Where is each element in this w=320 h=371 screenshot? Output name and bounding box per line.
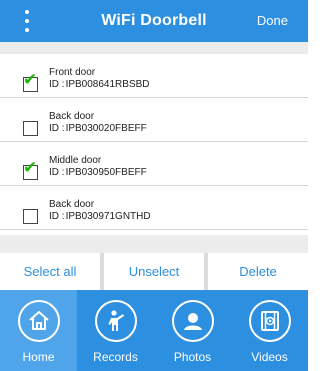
device-name: Front door	[49, 67, 96, 78]
tab-label: Records	[93, 350, 138, 364]
device-id: ID :IPB030020FBEFF	[49, 123, 147, 134]
bottom-spacer	[0, 235, 308, 253]
select-all-button[interactable]: Select all	[0, 253, 100, 290]
app-header: WiFi Doorbell Done	[0, 0, 308, 42]
top-spacer	[0, 42, 308, 54]
tab-label: Photos	[173, 350, 212, 364]
checkmark-icon: ✔	[23, 70, 38, 90]
home-icon	[17, 300, 60, 342]
device-checkbox[interactable]	[23, 209, 38, 224]
list-item[interactable]: Back door ID :IPB030971GNTHD	[0, 186, 308, 230]
device-name: Middle door	[49, 155, 102, 166]
user-photo-icon	[171, 300, 214, 342]
device-checkbox[interactable]: ✔	[23, 72, 38, 92]
bottom-tab-bar: Home Records Photos Videos	[0, 290, 308, 371]
checkmark-icon: ✔	[23, 158, 38, 178]
action-bar: Select all Unselect Delete	[0, 253, 308, 290]
device-id: ID :IPB030950FBEFF	[49, 167, 147, 178]
tab-videos[interactable]: Videos	[231, 290, 308, 371]
device-name: Back door	[49, 111, 95, 122]
unselect-button[interactable]: Unselect	[104, 253, 204, 290]
device-list: ✔ Front door ID :IPB008641RBSBD Back doo…	[0, 54, 308, 230]
delete-button[interactable]: Delete	[208, 253, 308, 290]
device-checkbox[interactable]	[23, 121, 38, 136]
list-item[interactable]: ✔ Middle door ID :IPB030950FBEFF	[0, 142, 308, 186]
person-pointing-icon	[94, 300, 137, 342]
device-id: ID :IPB008641RBSBD	[49, 79, 150, 90]
tab-label: Home	[22, 350, 55, 364]
tab-home[interactable]: Home	[0, 290, 77, 371]
device-id: ID :IPB030971GNTHD	[49, 211, 151, 222]
tab-photos[interactable]: Photos	[154, 290, 231, 371]
list-item[interactable]: ✔ Front door ID :IPB008641RBSBD	[0, 54, 308, 98]
device-name: Back door	[49, 199, 95, 210]
tab-records[interactable]: Records	[77, 290, 154, 371]
film-icon	[248, 300, 291, 342]
device-checkbox[interactable]: ✔	[23, 160, 38, 180]
list-item[interactable]: Back door ID :IPB030020FBEFF	[0, 98, 308, 142]
done-button[interactable]: Done	[257, 13, 288, 28]
tab-label: Videos	[251, 350, 288, 364]
